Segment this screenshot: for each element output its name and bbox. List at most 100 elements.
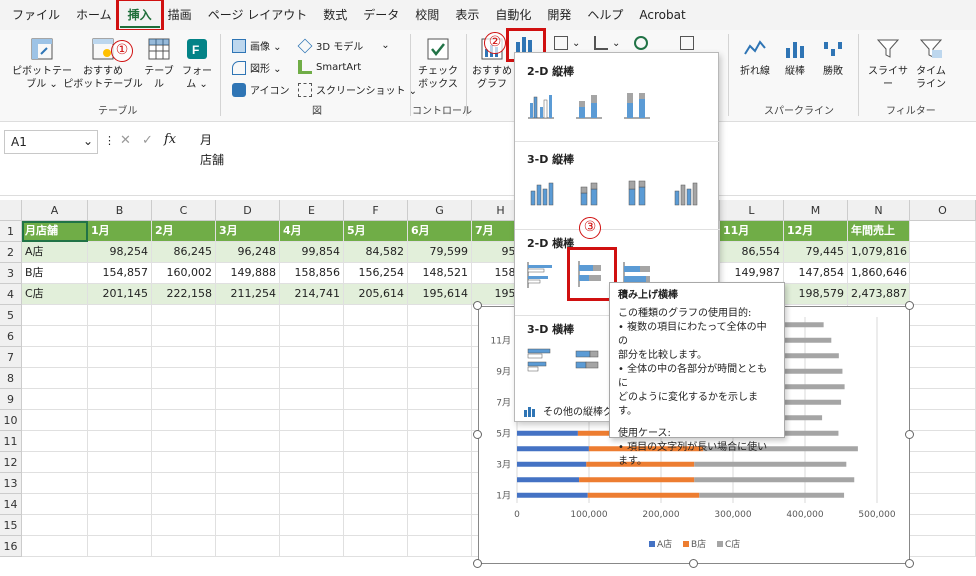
cell[interactable] — [152, 431, 216, 452]
row-header[interactable]: 16 — [0, 536, 22, 557]
cell[interactable] — [216, 410, 280, 431]
cell[interactable]: 149,987 — [720, 263, 784, 284]
cell[interactable] — [910, 473, 976, 494]
cell[interactable] — [408, 431, 472, 452]
cell[interactable] — [280, 389, 344, 410]
cell[interactable] — [22, 431, 88, 452]
row-header[interactable]: 9 — [0, 389, 22, 410]
clustered-column-icon[interactable] — [525, 89, 557, 121]
cell[interactable] — [910, 494, 976, 515]
cell[interactable] — [280, 452, 344, 473]
cell[interactable] — [152, 452, 216, 473]
table-button[interactable]: テーブル — [140, 36, 178, 91]
3d-clustered-bar-icon[interactable] — [525, 345, 557, 377]
cell[interactable] — [408, 326, 472, 347]
cell[interactable] — [280, 410, 344, 431]
cell[interactable] — [22, 536, 88, 557]
cell[interactable]: 148,521 — [408, 263, 472, 284]
cell[interactable]: 222,158 — [152, 284, 216, 305]
cancel-icon[interactable]: ✕ — [120, 133, 131, 148]
cell[interactable] — [408, 410, 472, 431]
cell[interactable] — [910, 410, 976, 431]
cell[interactable] — [88, 410, 152, 431]
cell[interactable]: C店 — [22, 284, 88, 305]
cell[interactable]: 158,856 — [280, 263, 344, 284]
cell[interactable]: 154,857 — [88, 263, 152, 284]
cell[interactable] — [88, 389, 152, 410]
cell[interactable] — [280, 515, 344, 536]
row-header[interactable]: 1 — [0, 221, 22, 242]
cell[interactable] — [152, 389, 216, 410]
tab-9[interactable]: 自動化 — [487, 2, 539, 28]
cell[interactable] — [88, 515, 152, 536]
cell[interactable] — [408, 389, 472, 410]
cell[interactable] — [88, 494, 152, 515]
waterfall-chart-button[interactable]: ⌄ — [594, 36, 620, 50]
cell[interactable] — [910, 263, 976, 284]
resize-handle[interactable] — [905, 559, 914, 568]
cell[interactable] — [344, 389, 408, 410]
cell[interactable]: 99,854 — [280, 242, 344, 263]
cell[interactable]: 79,445 — [784, 242, 848, 263]
column-header[interactable]: A — [22, 200, 88, 221]
cell[interactable] — [22, 452, 88, 473]
3d-percent-column-icon[interactable] — [621, 177, 653, 209]
row-header[interactable]: 10 — [0, 410, 22, 431]
row-header[interactable]: 11 — [0, 431, 22, 452]
cell[interactable] — [88, 473, 152, 494]
bar-segment[interactable] — [517, 477, 580, 483]
cell[interactable]: 2月 — [152, 221, 216, 242]
3d-clustered-column-icon[interactable] — [525, 177, 557, 209]
cell[interactable]: 195,614 — [408, 284, 472, 305]
cell[interactable]: B店 — [22, 263, 88, 284]
cell[interactable]: 1,079,816 — [848, 242, 910, 263]
cell[interactable] — [216, 515, 280, 536]
cell[interactable]: 5月 — [344, 221, 408, 242]
cell[interactable]: 86,245 — [152, 242, 216, 263]
tab-8[interactable]: 表示 — [447, 2, 487, 28]
3d-model-button[interactable]: 3D モデル ⌄ — [297, 38, 390, 53]
bar-segment[interactable] — [517, 461, 587, 467]
more-column-charts-link[interactable]: その他の縦棒グ — [523, 403, 613, 418]
cell[interactable] — [216, 326, 280, 347]
cell[interactable]: 214,741 — [280, 284, 344, 305]
cell[interactable] — [910, 326, 976, 347]
cell[interactable] — [152, 368, 216, 389]
cell[interactable] — [344, 515, 408, 536]
cell[interactable] — [344, 305, 408, 326]
row-header[interactable]: 15 — [0, 515, 22, 536]
cell[interactable] — [280, 326, 344, 347]
cell[interactable] — [344, 536, 408, 557]
resize-handle[interactable] — [473, 301, 482, 310]
tab-10[interactable]: 開発 — [539, 2, 579, 28]
cell[interactable] — [910, 347, 976, 368]
percent-column-icon[interactable] — [621, 89, 653, 121]
column-header[interactable]: O — [910, 200, 976, 221]
cell[interactable] — [408, 452, 472, 473]
options-icon[interactable]: ⋮ — [104, 134, 115, 147]
cell[interactable] — [408, 515, 472, 536]
row-header[interactable]: 4 — [0, 284, 22, 305]
bar-segment[interactable] — [517, 446, 589, 452]
cell[interactable]: 2,473,887 — [848, 284, 910, 305]
tab-0[interactable]: ファイル — [4, 2, 68, 28]
column-header[interactable]: B — [88, 200, 152, 221]
cell[interactable] — [910, 242, 976, 263]
row-header[interactable]: 2 — [0, 242, 22, 263]
cell[interactable] — [910, 221, 976, 242]
row-header[interactable]: 7 — [0, 347, 22, 368]
cell[interactable]: 79,599 — [408, 242, 472, 263]
cell[interactable]: 198,579 — [784, 284, 848, 305]
cell[interactable]: 4月 — [280, 221, 344, 242]
stacked-column-icon[interactable] — [573, 89, 605, 121]
tab-2[interactable]: 挿入 — [115, 0, 164, 32]
enter-icon[interactable]: ✓ — [142, 133, 153, 148]
cell[interactable] — [216, 536, 280, 557]
cell[interactable]: 1,860,646 — [848, 263, 910, 284]
cell[interactable] — [408, 494, 472, 515]
cell[interactable] — [216, 431, 280, 452]
cell[interactable] — [910, 368, 976, 389]
cell[interactable]: 84,582 — [344, 242, 408, 263]
timeline-button[interactable]: タイム ライン — [914, 36, 948, 91]
column-header[interactable]: G — [408, 200, 472, 221]
